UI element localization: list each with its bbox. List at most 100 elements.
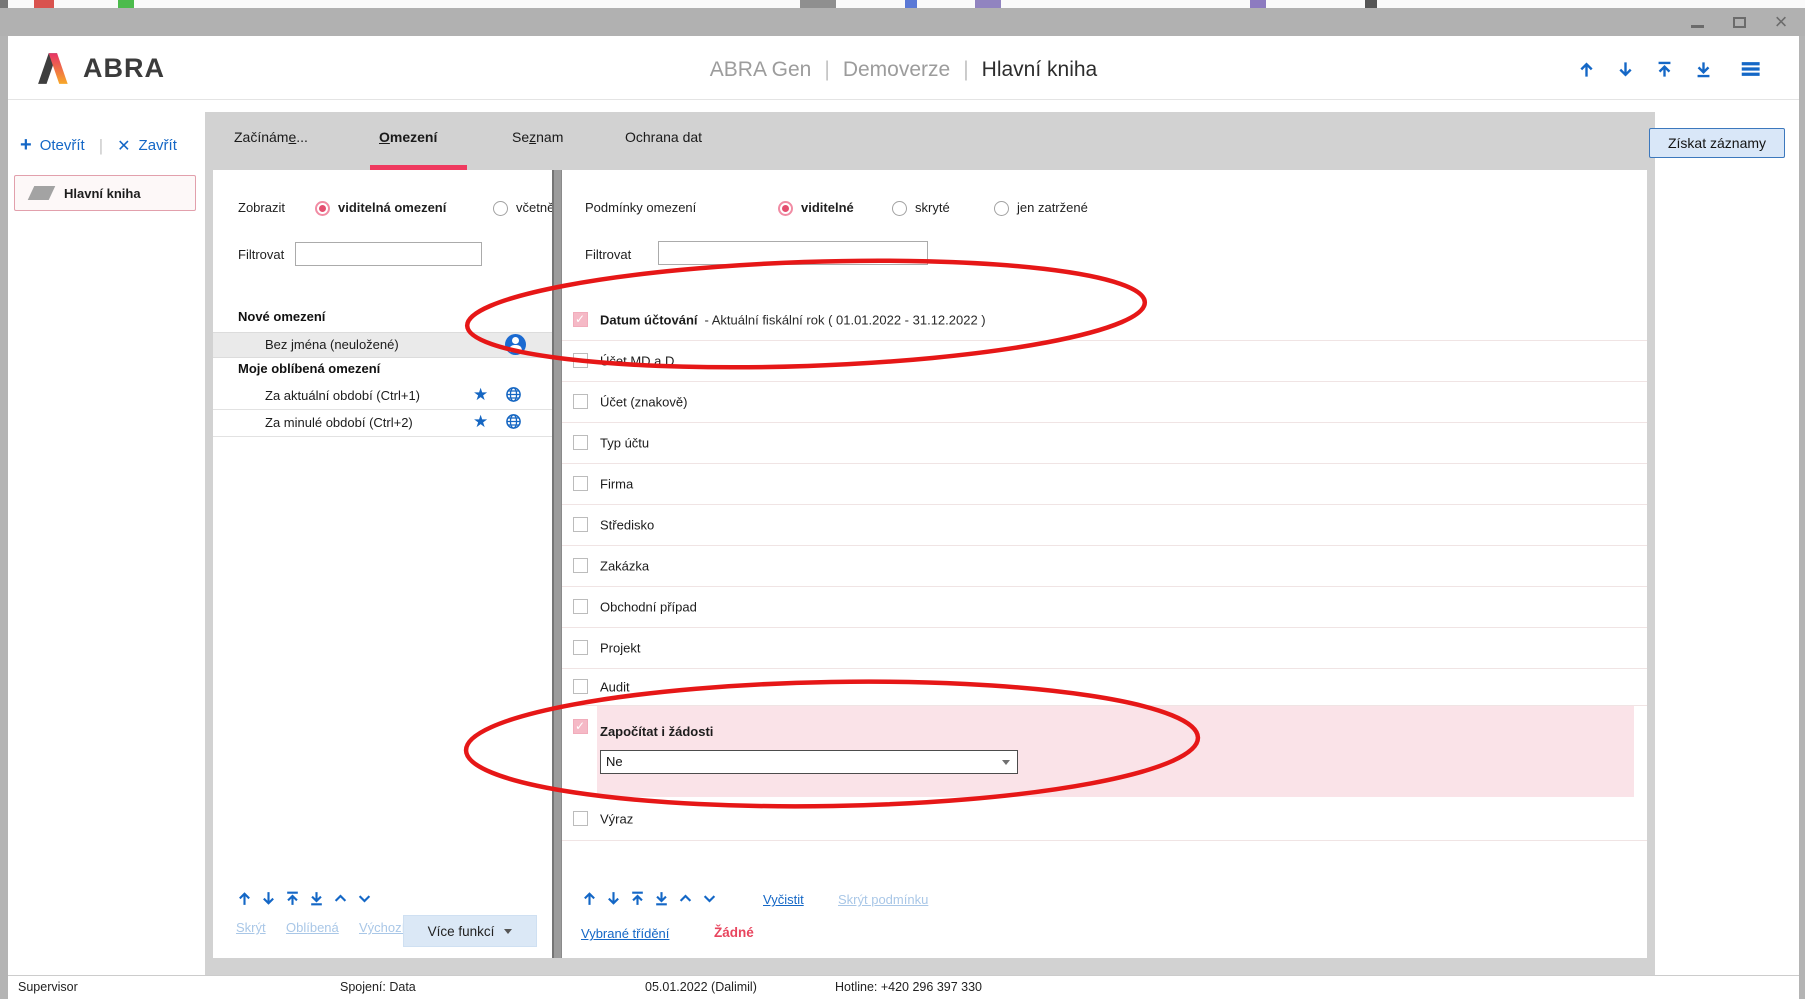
condition-checkbox[interactable] <box>573 353 588 368</box>
chevron-down-icon[interactable] <box>356 890 373 907</box>
get-records-button[interactable]: Získat záznamy <box>1649 128 1785 158</box>
condition-checkbox[interactable] <box>573 558 588 573</box>
default-link[interactable]: Výchozí <box>359 920 405 935</box>
status-bar: Supervisor Spojení: Data 05.01.2022 (Dal… <box>8 975 1799 999</box>
maximize-icon[interactable] <box>1731 14 1747 30</box>
condition-row-typ-uctu[interactable]: Typ účtu <box>562 423 1647 464</box>
favorite-star-icon[interactable]: ★ <box>473 412 488 432</box>
condition-row-zakazka[interactable]: Zakázka <box>562 546 1647 587</box>
sidebar-actions: + Otevřít | ✕ Zavřít <box>14 134 177 157</box>
chevron-up-icon[interactable] <box>332 890 349 907</box>
status-hotline: Hotline: +420 296 397 330 <box>835 980 982 994</box>
taskbar-fragment <box>975 0 1001 8</box>
radio-conditions-hidden-label[interactable]: skryté <box>915 200 950 215</box>
breadcrumb-separator: | <box>811 58 842 81</box>
condition-row-stredisko[interactable]: Středisko <box>562 505 1647 546</box>
hide-condition-link[interactable]: Skrýt podmínku <box>838 892 928 907</box>
restriction-filter-input[interactable] <box>295 242 482 266</box>
move-first-icon[interactable] <box>284 890 301 907</box>
radio-conditions-visible-label[interactable]: viditelné <box>801 200 854 215</box>
radio-visible-restrictions-label[interactable]: viditelná omezení <box>338 200 446 215</box>
condition-checkbox[interactable] <box>573 599 588 614</box>
condition-row-obchodni-pripad[interactable]: Obchodní případ <box>562 587 1647 628</box>
tab-zaciname[interactable]: Začínáme... <box>234 129 308 145</box>
radio-visible-restrictions[interactable] <box>315 201 330 216</box>
taskbar-fragment <box>1365 0 1377 8</box>
restriction-item-previous-period[interactable]: Za minulé období (Ctrl+2) ★ <box>213 410 552 437</box>
condition-row-firma[interactable]: Firma <box>562 464 1647 505</box>
radio-conditions-checked-only-label[interactable]: jen zatržené <box>1017 200 1088 215</box>
condition-row-vyraz[interactable]: Výraz <box>562 797 1647 841</box>
condition-checkbox-checked[interactable] <box>573 719 588 734</box>
condition-label: Středisko <box>600 518 654 533</box>
move-down-icon[interactable] <box>260 890 277 907</box>
condition-checkbox[interactable] <box>573 517 588 532</box>
move-up-icon[interactable] <box>581 890 598 907</box>
dropdown-arrow-icon <box>1002 760 1010 765</box>
include-requests-dropdown[interactable]: Ne <box>600 750 1018 774</box>
conditions-filter-input[interactable] <box>658 241 928 265</box>
restriction-panel: Zobrazit viditelná omezení včetně s Filt… <box>213 170 1647 958</box>
tab-seznam[interactable]: Seznam <box>512 129 563 145</box>
condition-order-toolbar <box>581 890 718 907</box>
open-button[interactable]: Otevřít <box>40 137 85 154</box>
condition-checkbox[interactable] <box>573 640 588 655</box>
restriction-item-current-period[interactable]: Za aktuální období (Ctrl+1) ★ <box>213 383 552 410</box>
selected-sorting-link[interactable]: Vybrané třídění <box>581 926 669 941</box>
move-up-icon[interactable] <box>1577 60 1596 79</box>
global-globe-icon[interactable] <box>505 386 522 403</box>
restriction-item-unnamed[interactable]: Bez jména (neuložené) <box>213 332 552 358</box>
condition-label: Obchodní případ <box>600 600 697 615</box>
condition-checkbox-checked[interactable] <box>573 312 588 327</box>
minimize-icon[interactable] <box>1689 14 1705 30</box>
radio-conditions-checked-only[interactable] <box>994 201 1009 216</box>
move-first-icon[interactable] <box>1655 60 1674 79</box>
clear-link[interactable]: Vyčistit <box>763 892 804 907</box>
condition-checkbox[interactable] <box>573 394 588 409</box>
tab-ochrana-dat[interactable]: Ochrana dat <box>625 129 702 145</box>
panel-splitter[interactable] <box>552 170 562 958</box>
condition-row-ucet-znakove[interactable]: Účet (znakově) <box>562 382 1647 423</box>
radio-including-hidden-label[interactable]: včetně s <box>516 200 552 215</box>
close-icon[interactable]: × <box>1773 14 1789 30</box>
taskbar-fragment <box>905 0 917 8</box>
tabbar: Začínáme... Omezení Seznam Ochrana dat <box>205 112 1655 170</box>
hide-link[interactable]: Skrýt <box>236 920 266 935</box>
condition-row-zapocitat-i-zadosti[interactable]: Započítat i žádosti Ne <box>562 706 1647 797</box>
global-globe-icon[interactable] <box>505 413 522 430</box>
move-down-icon[interactable] <box>1616 60 1635 79</box>
radio-conditions-hidden[interactable] <box>892 201 907 216</box>
sidebar-item-hlavni-kniha[interactable]: Hlavní kniha <box>14 175 196 211</box>
breadcrumb-app: ABRA Gen <box>710 58 812 81</box>
status-date: 05.01.2022 (Dalimil) <box>645 980 757 994</box>
condition-row-datum-uctovani[interactable]: Datum účtování- Aktuální fiskální rok ( … <box>562 300 1647 341</box>
condition-checkbox[interactable] <box>573 811 588 826</box>
conditions-panel: Podmínky omezení viditelné skryté jen za… <box>562 170 1647 958</box>
favorite-star-icon[interactable]: ★ <box>473 385 488 405</box>
menu-icon[interactable] <box>1739 58 1761 80</box>
condition-label: Započítat i žádosti <box>600 724 713 739</box>
condition-checkbox[interactable] <box>573 679 588 694</box>
condition-row-ucet-md-a-d[interactable]: Účet MD a D <box>562 341 1647 382</box>
move-down-icon[interactable] <box>605 890 622 907</box>
close-button[interactable]: Zavřít <box>139 137 177 154</box>
chevron-down-icon[interactable] <box>701 890 718 907</box>
favorite-link[interactable]: Oblíbená <box>286 920 339 935</box>
radio-including-hidden[interactable] <box>493 201 508 216</box>
move-last-icon[interactable] <box>653 890 670 907</box>
condition-row-audit[interactable]: Audit <box>562 669 1647 706</box>
restriction-item-label: Za minulé období (Ctrl+2) <box>265 415 413 430</box>
condition-row-projekt[interactable]: Projekt <box>562 628 1647 669</box>
move-last-icon[interactable] <box>308 890 325 907</box>
chevron-up-icon[interactable] <box>677 890 694 907</box>
move-up-icon[interactable] <box>236 890 253 907</box>
radio-conditions-visible[interactable] <box>778 201 793 216</box>
more-functions-button[interactable]: Více funkcí <box>403 915 537 947</box>
screen: × ABRA ABRA Gen|Demoverze|Hlavní k <box>0 0 1805 999</box>
ledger-icon <box>28 186 56 200</box>
condition-checkbox[interactable] <box>573 435 588 450</box>
tab-omezeni[interactable]: Omezení <box>379 129 437 145</box>
move-last-icon[interactable] <box>1694 60 1713 79</box>
condition-checkbox[interactable] <box>573 476 588 491</box>
move-first-icon[interactable] <box>629 890 646 907</box>
